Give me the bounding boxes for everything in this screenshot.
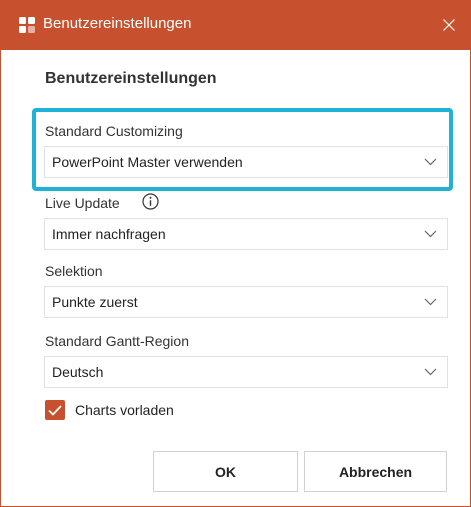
standard-customizing-label: Standard Customizing xyxy=(45,123,183,139)
cancel-button[interactable]: Abbrechen xyxy=(304,451,447,492)
title-bar[interactable]: Benutzereinstellungen xyxy=(1,0,471,50)
info-icon[interactable] xyxy=(142,193,159,210)
dialog-heading: Benutzereinstellungen xyxy=(45,70,217,87)
gantt-region-value: Deutsch xyxy=(52,364,104,380)
close-icon xyxy=(443,19,455,31)
live-update-label: Live Update xyxy=(45,195,120,211)
live-update-select[interactable]: Immer nachfragen xyxy=(44,218,448,250)
checkmark-icon xyxy=(48,404,62,416)
charts-preload-option[interactable]: Charts vorladen xyxy=(45,400,174,420)
selektion-select[interactable]: Punkte zuerst xyxy=(44,286,448,318)
ok-button[interactable]: OK xyxy=(153,451,298,492)
selektion-value: Punkte zuerst xyxy=(52,294,138,310)
charts-preload-label: Charts vorladen xyxy=(75,402,174,418)
close-button[interactable] xyxy=(426,0,471,50)
charts-preload-checkbox[interactable] xyxy=(45,400,65,420)
chevron-down-icon xyxy=(424,298,437,306)
window-title: Benutzereinstellungen xyxy=(43,15,192,32)
chevron-down-icon xyxy=(424,230,437,238)
chevron-down-icon xyxy=(424,158,437,166)
selektion-label: Selektion xyxy=(45,263,103,279)
gantt-region-label: Standard Gantt-Region xyxy=(45,333,189,349)
standard-customizing-select[interactable]: PowerPoint Master verwenden xyxy=(44,146,448,178)
standard-customizing-value: PowerPoint Master verwenden xyxy=(52,154,243,170)
gantt-region-select[interactable]: Deutsch xyxy=(44,356,448,388)
settings-dialog: Benutzereinstellungen Benutzereinstellun… xyxy=(0,0,471,507)
chevron-down-icon xyxy=(424,368,437,376)
app-logo-icon xyxy=(19,17,35,33)
live-update-value: Immer nachfragen xyxy=(52,226,166,242)
